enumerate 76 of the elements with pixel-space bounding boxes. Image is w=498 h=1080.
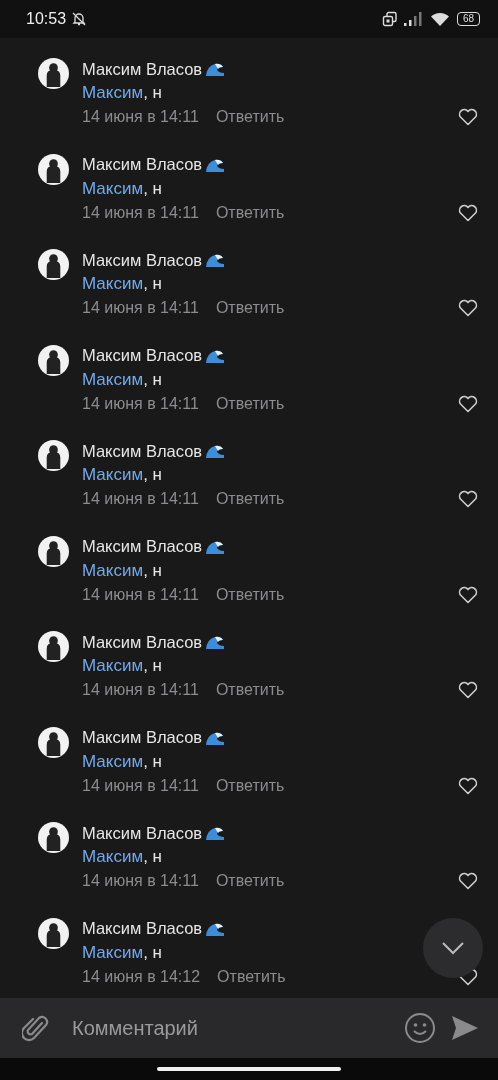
clock-time: 10:53	[26, 10, 67, 28]
like-heart-icon[interactable]	[458, 108, 478, 126]
comment-text: Максим, н	[82, 464, 162, 486]
reply-link[interactable]: Ответить	[215, 776, 285, 795]
author-name[interactable]: Максим Власов	[82, 441, 203, 461]
comment-text: Максим, н	[82, 655, 162, 677]
author-name[interactable]: Максим Власов	[82, 632, 203, 652]
muted-bell-icon	[71, 11, 88, 27]
comment-date: 14 июня в 14:11	[82, 585, 199, 604]
author-name[interactable]: Максим Власов	[82, 728, 203, 747]
comment-date: 14 июня в 14:11	[82, 203, 199, 222]
like-heart-icon[interactable]	[458, 585, 478, 604]
comment-text: Максим, н	[82, 368, 162, 391]
author-name[interactable]: Максим Власов	[82, 537, 203, 556]
author-name[interactable]: Максим Власов	[82, 823, 203, 843]
chevron-down-icon	[441, 941, 465, 955]
reply-link[interactable]: Ответить	[215, 872, 285, 890]
author-name[interactable]: Максим Власов	[82, 919, 203, 938]
comment-text: Максим, н	[82, 941, 162, 964]
comment-date: 14 июня в 14:11	[82, 872, 199, 890]
like-heart-icon[interactable]	[458, 394, 478, 413]
wave-icon	[205, 252, 226, 268]
author-name[interactable]: Максим Власов	[82, 155, 203, 174]
battery-icon: 68	[456, 12, 480, 26]
reply-link[interactable]: Ответить	[215, 681, 285, 699]
paperclip-icon[interactable]	[22, 1013, 50, 1043]
comment-input-field[interactable]: Комментарий	[70, 1015, 390, 1041]
avatar-icon[interactable]	[38, 58, 69, 89]
avatar-icon[interactable]	[38, 822, 69, 853]
reply-link[interactable]: Ответить	[215, 585, 285, 604]
avatar-icon[interactable]	[38, 249, 69, 280]
comment-composer-bar[interactable]: Комментарий	[0, 998, 498, 1058]
like-heart-icon[interactable]	[458, 681, 478, 699]
reply-link[interactable]: Ответить	[215, 203, 285, 222]
avatar-icon[interactable]	[38, 631, 69, 662]
reply-link[interactable]: Ответить	[217, 967, 286, 986]
smiley-icon[interactable]	[404, 1012, 436, 1044]
comment-text: Максим, н	[82, 559, 162, 582]
avatar-icon[interactable]	[38, 535, 69, 567]
avatar-icon[interactable]	[38, 726, 69, 758]
comment-date: 14 июня в 14:11	[82, 299, 199, 317]
comment-text: Максим, н	[82, 750, 162, 773]
reply-link[interactable]: Ответить	[215, 299, 285, 317]
comment-date: 14 июня в 14:11	[82, 394, 199, 413]
avatar-icon[interactable]	[38, 344, 69, 376]
avatar-icon[interactable]	[38, 153, 69, 185]
author-name[interactable]: Максим Власов	[82, 59, 203, 79]
dual-sim-icon	[381, 11, 398, 27]
wave-icon	[205, 825, 226, 841]
like-heart-icon[interactable]	[458, 203, 478, 222]
author-name[interactable]: Максим Власов	[82, 346, 203, 365]
comment-text: Максим, н	[82, 846, 162, 868]
reply-link[interactable]: Ответить	[215, 108, 285, 126]
like-heart-icon[interactable]	[458, 299, 478, 317]
avatar-icon[interactable]	[38, 917, 69, 949]
like-heart-icon[interactable]	[458, 776, 478, 795]
comment-date: 14 июня в 14:12	[82, 967, 201, 986]
comment-date: 14 июня в 14:11	[82, 776, 199, 795]
reply-link[interactable]: Ответить	[215, 490, 285, 508]
comment-text: Максим, н	[82, 177, 162, 200]
wave-icon	[205, 634, 226, 650]
author-name[interactable]: Максим Власов	[82, 250, 203, 270]
comment-date: 14 июня в 14:11	[82, 108, 199, 126]
wifi-icon	[429, 11, 450, 27]
wave-icon	[205, 443, 226, 459]
comment-date: 14 июня в 14:11	[82, 681, 199, 699]
comment-date: 14 июня в 14:11	[82, 490, 199, 508]
reply-link[interactable]: Ответить	[215, 394, 285, 413]
like-heart-icon[interactable]	[458, 872, 478, 890]
wave-icon	[205, 61, 226, 77]
signal-icon	[402, 11, 425, 27]
comment-text: Максим, н	[82, 82, 162, 104]
like-heart-icon[interactable]	[458, 490, 478, 508]
send-icon[interactable]	[450, 1014, 480, 1042]
avatar-icon[interactable]	[38, 440, 69, 471]
comment-text: Максим, н	[82, 273, 162, 295]
